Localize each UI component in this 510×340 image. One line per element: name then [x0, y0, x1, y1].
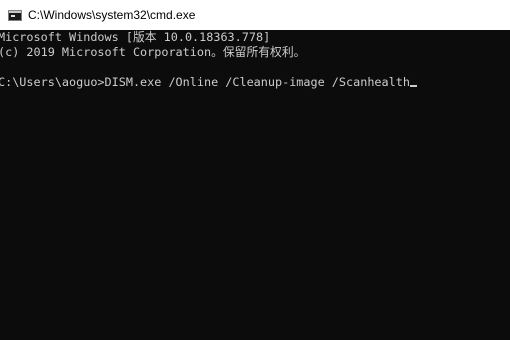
text-cursor — [409, 85, 417, 87]
command-text: C:\Users\aoguo>DISM.exe /Online /Cleanup… — [0, 75, 410, 89]
console-line-version: Microsoft Windows [版本 10.0.18363.778] — [0, 30, 271, 44]
cmd-window: C:\Windows\system32\cmd.exe Microsoft Wi… — [0, 0, 510, 340]
console-output[interactable]: Microsoft Windows [版本 10.0.18363.778] (c… — [0, 30, 510, 340]
console-line-copyright: (c) 2019 Microsoft Corporation。保留所有权利。 — [0, 45, 306, 59]
console-prompt-line[interactable]: C:\Users\aoguo>DISM.exe /Online /Cleanup… — [0, 75, 510, 90]
cmd-icon — [8, 9, 22, 21]
window-title: C:\Windows\system32\cmd.exe — [28, 8, 196, 22]
title-bar[interactable]: C:\Windows\system32\cmd.exe — [0, 0, 510, 30]
